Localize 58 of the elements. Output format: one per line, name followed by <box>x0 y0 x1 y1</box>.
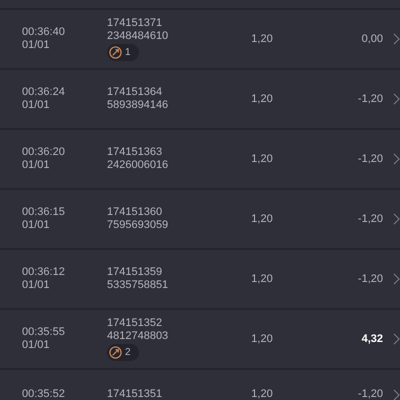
bet-time: 00:35:52 <box>22 388 66 400</box>
round-id: 174151351 <box>107 388 162 400</box>
bet-date: 01/01 <box>22 39 51 52</box>
round-id: 174151359 <box>107 266 162 279</box>
chevron-right-icon <box>393 213 400 225</box>
circle-arrow-icon <box>109 46 122 59</box>
result-amount: 0,00 <box>360 32 383 46</box>
chevron-right-icon <box>393 273 400 285</box>
bet-time: 00:36:40 <box>22 26 66 39</box>
history-row[interactable]: 00:36:12 01/01 174151359 5335758851 1,20 -1,20 <box>0 250 400 308</box>
bet-date: 01/01 <box>22 279 51 292</box>
history-row[interactable]: 00:35:52 174151351 1,20 -1,20 <box>0 370 400 400</box>
bet-date: 01/01 <box>22 339 51 352</box>
result-amount: -1,20 <box>356 212 383 226</box>
ticket-id: 2348484610 <box>107 30 168 43</box>
chevron-right-icon <box>393 153 400 165</box>
history-row[interactable]: 00:36:20 01/01 174151363 2426006016 1,20 -1,20 <box>0 130 400 188</box>
stake-amount: 1,20 <box>250 332 274 346</box>
stake-amount: 1,20 <box>250 32 274 46</box>
round-id: 174151360 <box>107 206 162 219</box>
ticket-id: 5335758851 <box>107 279 168 292</box>
stake-amount: 1,20 <box>250 272 274 286</box>
result-amount: -1,20 <box>356 152 383 166</box>
bet-date: 01/01 <box>22 159 51 172</box>
bet-time: 00:36:12 <box>22 266 66 279</box>
bet-date: 01/01 <box>22 219 51 232</box>
chevron-right-icon <box>393 389 400 400</box>
ticket-id: 4812748803 <box>107 330 168 343</box>
result-amount: -1,20 <box>356 388 383 400</box>
stake-amount: 1,20 <box>250 152 274 166</box>
chevron-right-icon <box>393 93 400 105</box>
bet-time: 00:36:24 <box>22 86 66 99</box>
bet-time: 00:36:15 <box>22 206 66 219</box>
history-row[interactable]: 00:36:40 01/01 174151371 2348484610 1 1,20 0,00 <box>0 10 400 68</box>
stake-amount: 1,20 <box>250 388 274 400</box>
history-row[interactable]: 00:36:15 01/01 174151360 7595693059 1,20 -1,20 <box>0 190 400 248</box>
result-amount: 4,32 <box>360 332 383 346</box>
multiplier-badge: 2 <box>107 344 139 361</box>
ticket-id: 7595693059 <box>107 219 168 232</box>
ticket-id: 5893894146 <box>107 99 168 112</box>
bet-date: 01/01 <box>22 99 51 112</box>
stake-amount: 1,20 <box>250 212 274 226</box>
chevron-right-icon <box>393 333 400 345</box>
round-id: 174151371 <box>107 17 162 30</box>
bet-time: 00:36:20 <box>22 146 66 159</box>
multiplier-badge: 1 <box>107 44 139 61</box>
result-amount: -1,20 <box>356 92 383 106</box>
bet-time: 00:35:55 <box>22 326 66 339</box>
circle-arrow-icon <box>109 346 122 359</box>
round-id: 174151364 <box>107 86 162 99</box>
result-amount: -1,20 <box>356 272 383 286</box>
round-id: 174151363 <box>107 146 162 159</box>
history-row[interactable]: 00:36:24 01/01 174151364 5893894146 1,20 -1,20 <box>0 70 400 128</box>
chevron-right-icon <box>393 33 400 45</box>
round-id: 174151352 <box>107 317 162 330</box>
ticket-id: 2426006016 <box>107 159 168 172</box>
stake-amount: 1,20 <box>250 92 274 106</box>
history-row[interactable]: 00:35:55 01/01 174151352 4812748803 2 1,20 4,32 <box>0 310 400 368</box>
